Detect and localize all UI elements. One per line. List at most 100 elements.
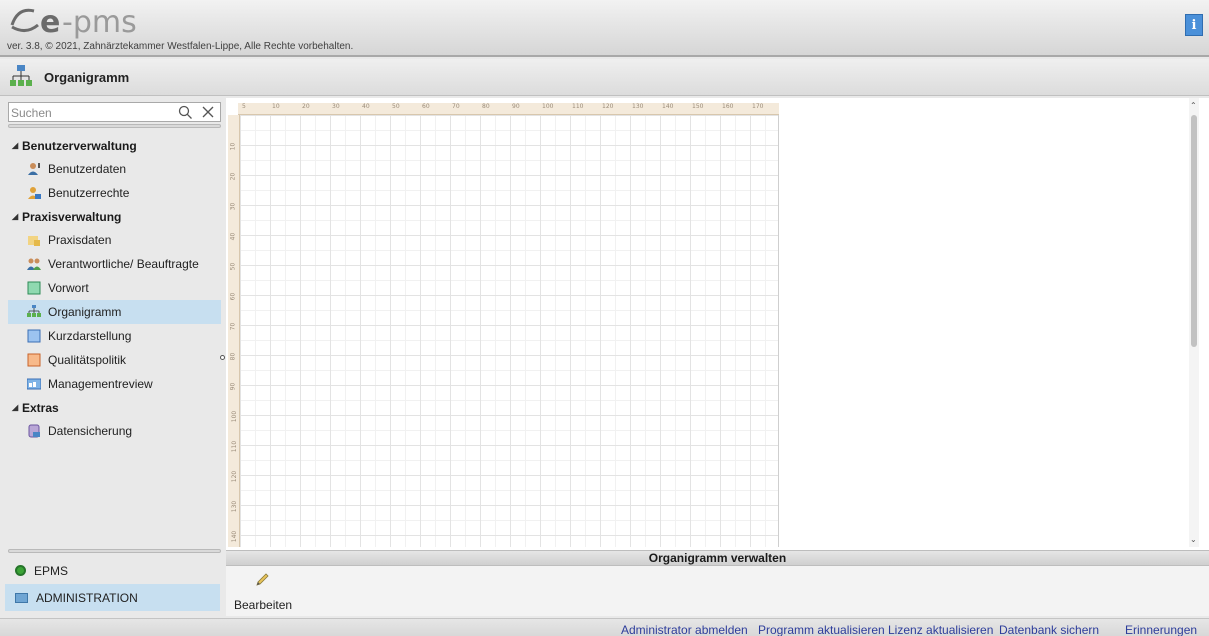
tree-group-label: Praxisverwaltung <box>22 209 122 224</box>
reminders-link[interactable]: Erinnerungen <box>1125 623 1197 636</box>
monitor-icon <box>15 592 28 603</box>
version-text: ver. 3.8, © 2021, Zahnärztekammer Westfa… <box>7 41 354 52</box>
ruler-tick-label: 80 <box>482 103 490 110</box>
logout-link[interactable]: Administrator abmelden <box>621 623 748 636</box>
sidebar-item-label: Organigramm <box>48 305 122 319</box>
ruler-tick-label: 10 <box>229 142 237 151</box>
nav-epms-button[interactable]: EPMS <box>5 557 220 584</box>
collapse-triangle-icon[interactable]: ◢ <box>12 403 22 412</box>
tree-group-extras[interactable]: ◢ Extras <box>8 396 221 419</box>
vertical-scrollbar[interactable]: ⌃ ⌄ <box>1189 98 1199 547</box>
info-button[interactable]: i <box>1185 14 1203 36</box>
ruler-tick-label: 110 <box>231 440 239 453</box>
management-review-icon <box>27 378 41 390</box>
scrollbar-thumb[interactable] <box>1191 115 1197 347</box>
ruler-tick-label: 140 <box>662 103 674 110</box>
sidebar-item-label: Datensicherung <box>48 424 133 438</box>
ruler-tick-label: 60 <box>422 103 430 110</box>
ruler-tick-label: 100 <box>231 410 239 423</box>
panel-title: Organigramm verwalten <box>226 550 1209 566</box>
org-chart-icon <box>10 65 32 86</box>
search-icon[interactable] <box>178 105 193 120</box>
scroll-down-icon[interactable]: ⌄ <box>1190 535 1197 544</box>
quality-policy-icon <box>27 353 41 367</box>
status-dot-icon <box>15 565 26 576</box>
horizontal-ruler: 5 10 20 30 40 50 60 70 80 90 100 110 120 130 140 150 160… <box>238 103 779 115</box>
user-rights-icon <box>28 187 41 199</box>
update-program-link[interactable]: Programm aktualisieren <box>758 623 885 636</box>
tree-group-praxisverwaltung[interactable]: ◢ Praxisverwaltung <box>8 205 221 228</box>
sidebar-item-label: Kurzdarstellung <box>48 329 132 343</box>
ruler-tick-label: 170 <box>752 103 764 110</box>
ruler-tick-label: 40 <box>229 232 237 241</box>
sidebar-item-label: Qualitätspolitik <box>48 353 127 367</box>
ruler-tick-label: 20 <box>302 103 310 110</box>
ruler-tick-label: 160 <box>722 103 734 110</box>
ruler-tick-label: 50 <box>392 103 400 110</box>
collapse-triangle-icon[interactable]: ◢ <box>12 141 22 150</box>
ruler-tick-label: 50 <box>229 262 237 271</box>
tree-group-label: Extras <box>22 400 59 415</box>
sidebar-item-label: Managementreview <box>48 377 153 391</box>
edit-button-label: Bearbeiten <box>234 598 293 612</box>
nav-label: ADMINISTRATION <box>36 590 138 605</box>
backup-icon <box>28 424 40 438</box>
collapse-triangle-icon[interactable]: ◢ <box>12 212 22 221</box>
sidebar-item-verantwortliche[interactable]: Verantwortliche/ Beauftragte <box>8 252 221 276</box>
ruler-tick-label: 80 <box>229 352 237 361</box>
splitter-handle[interactable] <box>220 355 225 360</box>
panel-toolbar: Bearbeiten <box>226 566 1209 616</box>
ruler-tick-label: 70 <box>452 103 460 110</box>
org-chart-icon <box>27 305 41 317</box>
ruler-tick-label: 40 <box>362 103 370 110</box>
sidebar-item-qualitaetspolitik[interactable]: Qualitätspolitik <box>8 348 221 372</box>
close-icon[interactable] <box>201 105 215 119</box>
ruler-tick-label: 5 <box>242 103 246 110</box>
drawing-grid[interactable] <box>240 115 779 547</box>
sidebar-item-benutzerrechte[interactable]: Benutzerrechte <box>8 181 221 205</box>
nav-label: EPMS <box>34 563 69 578</box>
backup-database-link[interactable]: Datenbank sichern <box>999 623 1099 636</box>
practice-data-icon <box>28 236 40 246</box>
app-header: e -pms ver. 3.8, © 2021, Zahnärztekammer… <box>0 0 1209 57</box>
ruler-tick-label: 130 <box>231 500 239 513</box>
ruler-tick-label: 30 <box>229 202 237 211</box>
sidebar-item-kurzdarstellung[interactable]: Kurzdarstellung <box>8 324 221 348</box>
update-license-link[interactable]: Lizenz aktualisieren <box>888 623 993 636</box>
foreword-icon <box>27 281 41 295</box>
epms-logo: e -pms <box>10 5 137 39</box>
svg-text:-pms: -pms <box>62 5 137 39</box>
sidebar-item-vorwort[interactable]: Vorwort <box>8 276 221 300</box>
ruler-tick-label: 120 <box>231 470 239 483</box>
edit-button[interactable]: Bearbeiten <box>232 570 292 612</box>
search-input[interactable] <box>11 104 171 121</box>
user-data-icon <box>28 163 40 175</box>
tree-group-benutzerverwaltung[interactable]: ◢ Benutzerverwaltung <box>8 134 221 157</box>
ruler-tick-label: 70 <box>229 322 237 331</box>
org-chart-canvas[interactable]: 5 10 20 30 40 50 60 70 80 90 100 110 120 130 140 150 160… <box>226 98 1199 547</box>
nav-administration-button[interactable]: ADMINISTRATION <box>5 584 220 611</box>
ruler-tick-label: 140 <box>231 530 239 543</box>
bottom-navigation: EPMS ADMINISTRATION <box>5 557 220 611</box>
scroll-up-icon[interactable]: ⌃ <box>1190 101 1197 110</box>
sidebar-item-benutzerdaten[interactable]: Benutzerdaten <box>8 157 221 181</box>
sidebar-item-label: Benutzerdaten <box>48 162 127 176</box>
svg-text:e: e <box>40 5 60 39</box>
tree-group-label: Benutzerverwaltung <box>22 138 137 153</box>
sidebar-item-label: Praxisdaten <box>48 233 112 247</box>
pencil-icon <box>256 573 269 586</box>
ruler-tick-label: 150 <box>692 103 704 110</box>
sidebar-item-managementreview[interactable]: Managementreview <box>8 372 221 396</box>
vertical-ruler: 10 20 30 40 50 60 70 80 90 100 110 120 130 140 <box>228 115 240 547</box>
ruler-tick-label: 20 <box>229 172 237 181</box>
sidebar-separator <box>8 549 221 553</box>
summary-icon <box>27 329 41 343</box>
sidebar-item-praxisdaten[interactable]: Praxisdaten <box>8 228 221 252</box>
ruler-tick-label: 100 <box>542 103 554 110</box>
ruler-tick-label: 30 <box>332 103 340 110</box>
ruler-tick-label: 90 <box>512 103 520 110</box>
sidebar-item-datensicherung[interactable]: Datensicherung <box>8 419 221 443</box>
sidebar-item-organigramm[interactable]: Organigramm <box>8 300 221 324</box>
main-content: 5 10 20 30 40 50 60 70 80 90 100 110 120 130 140 150 160… <box>226 98 1209 616</box>
sidebar-item-label: Vorwort <box>48 281 89 295</box>
